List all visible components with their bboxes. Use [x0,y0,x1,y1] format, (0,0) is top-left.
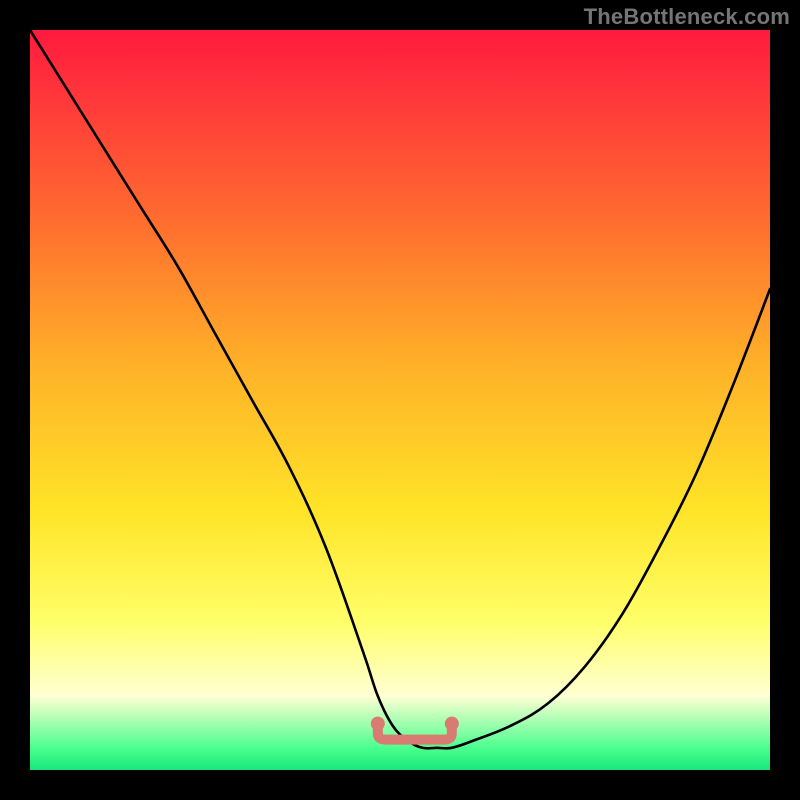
watermark-label: TheBottleneck.com [584,4,790,30]
plot-area [30,30,770,770]
valley-dot [445,717,459,731]
valley-dot [371,717,385,731]
chart-frame: TheBottleneck.com [0,0,800,800]
chart-svg [30,30,770,770]
bottleneck-curve [30,30,770,748]
valley-floor-marker [378,722,452,740]
